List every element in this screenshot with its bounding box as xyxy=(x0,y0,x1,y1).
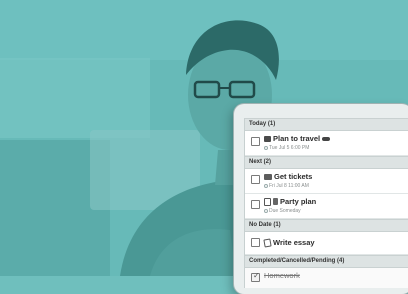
list-icon xyxy=(264,197,271,206)
task-title-row: Get tickets xyxy=(264,172,312,181)
car-icon xyxy=(322,136,331,141)
section-header-today: Today (1) xyxy=(245,118,408,131)
task-item[interactable]: ✓ Homework xyxy=(245,268,408,288)
suitcase-icon xyxy=(264,135,271,142)
section-header-next: Next (2) xyxy=(245,156,408,169)
party-icon xyxy=(273,198,278,205)
task-item[interactable]: Plan to travel Tue Jul 5 6:00 PM xyxy=(245,131,408,156)
task-title: Party plan xyxy=(280,197,317,206)
clock-icon xyxy=(264,208,268,213)
task-checkbox[interactable] xyxy=(251,238,260,247)
tag-icon xyxy=(264,173,272,180)
task-meta-row: Due Someday xyxy=(264,208,301,214)
edit-icon xyxy=(263,237,272,248)
task-due: Due Someday xyxy=(269,208,301,214)
section-header-completed: Completed/Cancelled/Pending (4) xyxy=(245,255,408,268)
task-checkbox[interactable] xyxy=(251,175,260,184)
task-due: Fri Jul 8 11:00 AM xyxy=(269,183,309,189)
task-item[interactable]: Party plan Due Someday xyxy=(245,194,408,219)
task-checkbox[interactable]: ✓ xyxy=(251,271,260,282)
tablet-device: Today (1) Plan to travel Tue Jul 5 6:00 … xyxy=(234,104,408,294)
task-item[interactable]: Write essay xyxy=(245,232,408,255)
task-checkbox[interactable] xyxy=(251,137,260,146)
task-title-row: Plan to travel xyxy=(264,134,331,143)
task-title-row: Party plan xyxy=(264,197,316,206)
tablet-screen: Today (1) Plan to travel Tue Jul 5 6:00 … xyxy=(244,118,408,288)
task-title-row: Write essay xyxy=(263,237,315,248)
task-meta-row: Fri Jul 8 11:00 AM xyxy=(264,183,309,189)
task-title: Get tickets xyxy=(274,172,313,181)
check-icon: ✓ xyxy=(253,271,260,280)
clock-icon xyxy=(264,183,268,188)
clock-icon xyxy=(264,145,268,150)
task-item[interactable]: Get tickets Fri Jul 8 11:00 AM xyxy=(245,169,408,194)
task-checkbox[interactable] xyxy=(251,200,260,209)
task-title: Write essay xyxy=(273,238,315,247)
section-header-no-date: No Date (1) xyxy=(245,219,408,232)
task-due: Tue Jul 5 6:00 PM xyxy=(269,145,310,151)
task-meta-row: Tue Jul 5 6:00 PM xyxy=(264,145,309,151)
task-title: Plan to travel xyxy=(273,134,321,143)
